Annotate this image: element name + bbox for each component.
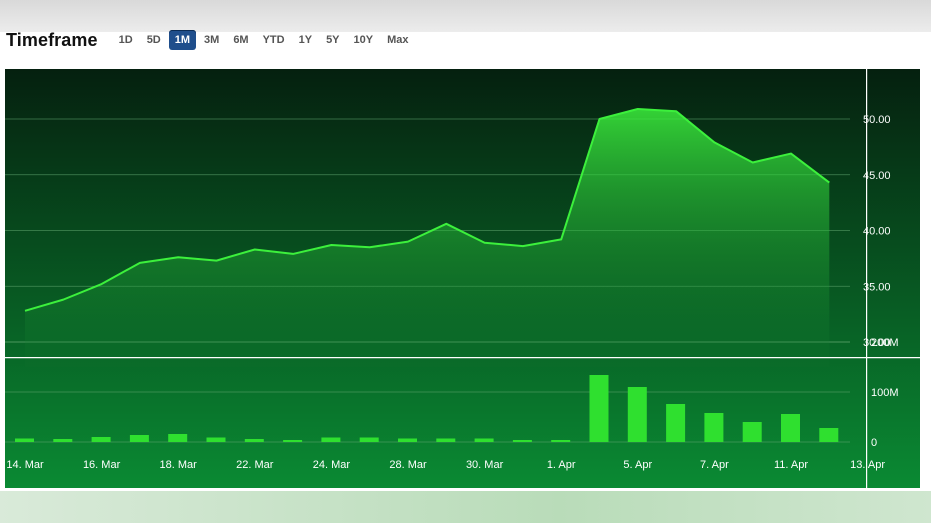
volume-tick-label: 0: [871, 437, 877, 449]
date-tick-label: 11. Apr: [774, 459, 808, 471]
volume-bar: [742, 422, 762, 442]
date-tick-label: 1. Apr: [547, 459, 576, 471]
date-tick-label: 14. Mar: [6, 459, 44, 471]
date-tick-label: 18. Mar: [160, 459, 198, 471]
range-button-ytd[interactable]: YTD: [257, 30, 291, 50]
volume-bar: [819, 428, 839, 442]
timeframe-bar: Timeframe 1D 5D 1M 3M 6M YTD 1Y 5Y 10Y Max: [0, 27, 931, 53]
volume-bar: [321, 437, 341, 442]
range-button-1d[interactable]: 1D: [113, 30, 139, 50]
range-button-5y[interactable]: 5Y: [320, 30, 345, 50]
date-tick-label: 16. Mar: [83, 459, 121, 471]
date-tick-label: 5. Apr: [623, 459, 652, 471]
volume-bar: [15, 438, 34, 442]
volume-bar: [512, 440, 532, 442]
volume-bar: [283, 440, 303, 442]
timeframe-title: Timeframe: [6, 29, 98, 50]
price-tick-label: 45.00: [863, 170, 891, 182]
volume-bar: [168, 434, 188, 442]
range-button-max[interactable]: Max: [381, 30, 414, 50]
date-tick-label: 28. Mar: [389, 459, 427, 471]
volume-bar: [129, 435, 149, 442]
date-tick-label: 22. Mar: [236, 459, 274, 471]
volume-bar: [781, 414, 800, 442]
chart-svg[interactable]: 30.0035.0040.0045.0050.00 0100M200M 14. …: [5, 69, 920, 488]
date-tick-label: 24. Mar: [313, 459, 351, 471]
volume-tick-label: 200M: [871, 337, 899, 349]
range-button-1y[interactable]: 1Y: [293, 30, 318, 50]
range-button-10y[interactable]: 10Y: [348, 30, 380, 50]
range-button-1m[interactable]: 1M: [168, 30, 197, 50]
price-tick-label: 40.00: [863, 226, 891, 238]
stock-chart[interactable]: 30.00 35.00 40.00 45.00 50.00 0 100M 200M 14. …: [5, 69, 920, 488]
date-tick-label: 30. Mar: [466, 459, 504, 471]
volume-tick-label: 100M: [871, 387, 899, 399]
volume-bar: [398, 438, 417, 442]
range-button-6m[interactable]: 6M: [227, 30, 254, 50]
volume-bar: [474, 438, 494, 442]
range-button-3m[interactable]: 3M: [198, 30, 225, 50]
volume-bar: [666, 404, 686, 442]
volume-bar: [627, 387, 647, 442]
volume-bar: [244, 439, 264, 442]
volume-bar: [206, 437, 226, 442]
volume-bar: [589, 375, 609, 442]
volume-bar: [551, 440, 571, 442]
range-button-5d[interactable]: 5D: [141, 30, 167, 50]
price-tick-label: 50.00: [863, 114, 891, 126]
date-tick-label: 13. Apr: [850, 459, 885, 471]
volume-bar: [436, 438, 456, 442]
volume-bar: [704, 413, 724, 442]
bottom-background-strip: [0, 491, 931, 523]
volume-bar: [359, 437, 379, 442]
price-tick-label: 35.00: [863, 281, 891, 293]
volume-bar: [53, 439, 73, 442]
date-tick-label: 7. Apr: [700, 459, 729, 471]
volume-bar: [91, 437, 111, 442]
range-button-group: 1D 5D 1M 3M 6M YTD 1Y 5Y 10Y Max: [112, 30, 416, 50]
